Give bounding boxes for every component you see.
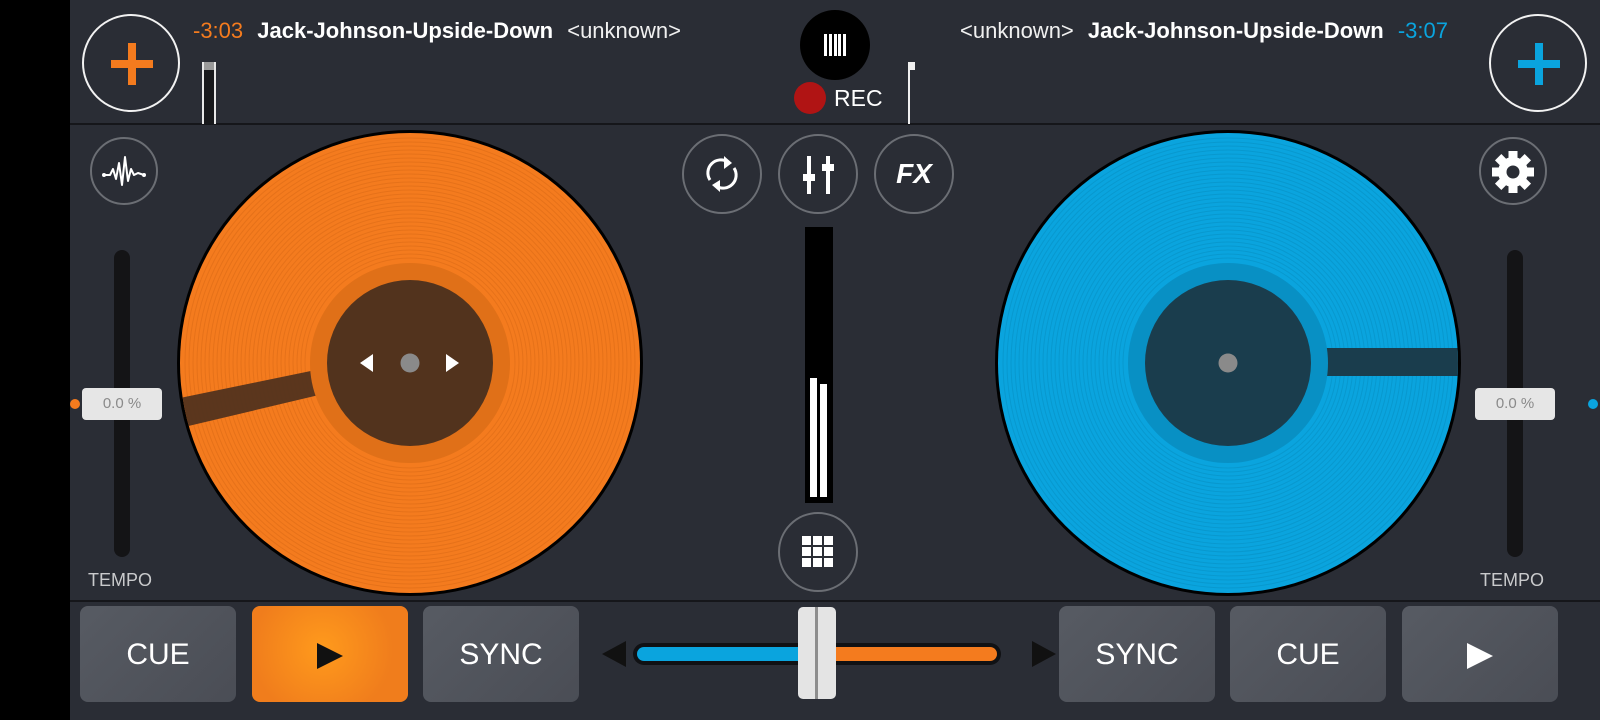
deck-a-spindle bbox=[400, 353, 420, 373]
deck-b-platter[interactable] bbox=[993, 128, 1463, 598]
deck-a-artist: <unknown> bbox=[567, 18, 681, 43]
deck-b-spindle bbox=[1218, 353, 1238, 373]
deck-a-time: -3:03 bbox=[193, 18, 244, 43]
plus-icon-stem bbox=[128, 43, 136, 85]
vu-left-level bbox=[810, 378, 817, 497]
deck-b-tempo-indicator bbox=[1588, 399, 1598, 409]
deck-a-playhead bbox=[204, 62, 214, 70]
record-button[interactable]: REC bbox=[794, 82, 883, 114]
mixer-sliders-icon bbox=[803, 156, 834, 194]
grid-pads-icon bbox=[802, 536, 833, 567]
crossfader-right-arrow-icon[interactable] bbox=[1032, 641, 1056, 667]
deck-b-title: Jack-Johnson-Upside-Down bbox=[1087, 18, 1384, 43]
plus-icon-stem bbox=[1535, 43, 1543, 85]
deck-b-artist: <unknown> bbox=[960, 18, 1074, 43]
mixer-button[interactable] bbox=[778, 134, 858, 214]
deck-a-title: Jack-Johnson-Upside-Down bbox=[257, 18, 554, 43]
top-bar: -3:03 Jack-Johnson-Upside-Down <unknown>… bbox=[70, 0, 1600, 125]
crossfader-deck-a-fill bbox=[637, 647, 817, 661]
crossfader-deck-b-fill bbox=[817, 647, 997, 661]
crossfader-handle-line bbox=[815, 607, 818, 699]
deck-a-tempo-indicator bbox=[70, 399, 80, 409]
menu-button[interactable] bbox=[800, 10, 870, 80]
crossfader-handle[interactable] bbox=[798, 607, 836, 699]
deck-b-tempo-label: TEMPO bbox=[1480, 570, 1545, 590]
settings-button[interactable] bbox=[1479, 137, 1547, 205]
record-label: REC bbox=[834, 84, 883, 111]
sampler-pads-button[interactable] bbox=[778, 512, 858, 592]
gear-icon bbox=[1492, 151, 1534, 193]
deck-b-load-button[interactable] bbox=[1489, 14, 1587, 112]
deck-b-time: -3:07 bbox=[1397, 18, 1448, 43]
play-icon bbox=[317, 643, 343, 670]
record-dot-icon bbox=[794, 82, 826, 114]
deck-b-track-info[interactable]: <unknown> Jack-Johnson-Upside-Down -3:07 bbox=[960, 18, 1448, 44]
deck-b-sync-button[interactable]: SYNC bbox=[1059, 606, 1215, 702]
waveform-icon bbox=[102, 156, 146, 186]
deck-a-load-button[interactable] bbox=[82, 14, 180, 112]
deck-b-play-button[interactable] bbox=[1402, 606, 1558, 702]
loop-arrows-icon bbox=[706, 156, 738, 192]
deck-a-tempo-value[interactable]: 0.0 % bbox=[82, 388, 162, 420]
deck-a-tempo-label: TEMPO bbox=[88, 570, 153, 590]
deck-b-playhead bbox=[908, 62, 915, 70]
deck-a-cue-button[interactable]: CUE bbox=[80, 606, 236, 702]
deck-a-track-info[interactable]: -3:03 Jack-Johnson-Upside-Down <unknown> bbox=[193, 18, 681, 44]
deck-b-tempo-value[interactable]: 0.0 % bbox=[1475, 388, 1555, 420]
waveform-button[interactable] bbox=[90, 137, 158, 205]
menu-bars-icon bbox=[824, 34, 846, 56]
dj-app: -3:03 Jack-Johnson-Upside-Down <unknown>… bbox=[70, 0, 1600, 720]
play-icon bbox=[1467, 643, 1493, 670]
vu-right-level bbox=[820, 383, 827, 497]
master-vu-meter bbox=[805, 227, 833, 503]
fx-label: FX bbox=[896, 158, 932, 189]
deck-a-waveform-overview[interactable] bbox=[202, 62, 216, 124]
deck-b-cue-button[interactable]: CUE bbox=[1230, 606, 1386, 702]
deck-a-sync-button[interactable]: SYNC bbox=[423, 606, 579, 702]
sync-loop-button[interactable] bbox=[682, 134, 762, 214]
crossfader-left-arrow-icon[interactable] bbox=[602, 641, 626, 667]
deck-a-platter[interactable] bbox=[175, 128, 645, 598]
fx-button[interactable]: FX bbox=[874, 134, 954, 214]
deck-a-play-button[interactable] bbox=[252, 606, 408, 702]
deck-b-waveform-overview[interactable] bbox=[908, 62, 915, 124]
